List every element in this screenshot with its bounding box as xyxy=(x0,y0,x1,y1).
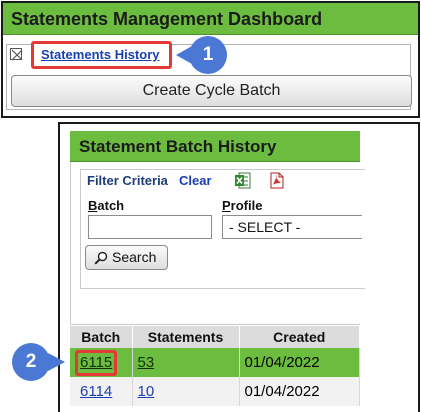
created-cell: 01/04/2022 xyxy=(239,377,360,406)
table-row[interactable]: 6115 53 01/04/2022 xyxy=(70,348,360,377)
batch-history-table: Batch Statements Created 6115 53 01/04/2… xyxy=(70,326,360,406)
statements-cell: 10 xyxy=(132,377,240,406)
dashboard-title: Statements Management Dashboard xyxy=(3,3,418,35)
excel-export-icon[interactable] xyxy=(234,172,251,189)
search-button[interactable]: Search xyxy=(85,245,168,270)
batch-cell: 6115 xyxy=(70,348,133,377)
batch-link[interactable]: 6115 xyxy=(75,349,118,376)
filter-criteria-legend: Filter Criteria xyxy=(85,173,170,188)
column-header-batch[interactable]: Batch xyxy=(70,326,133,348)
clear-filter-link[interactable]: Clear xyxy=(179,173,212,188)
batch-link[interactable]: 6114 xyxy=(75,383,112,400)
table-row[interactable]: 6114 10 01/04/2022 xyxy=(70,377,360,406)
created-cell: 01/04/2022 xyxy=(239,348,360,377)
collapse-toggle-icon[interactable] xyxy=(10,48,23,61)
statements-history-link[interactable]: Statements History xyxy=(31,41,172,69)
column-header-created[interactable]: Created xyxy=(239,326,360,348)
callout-marker-1: 1 xyxy=(189,36,227,74)
statements-link[interactable]: 53 xyxy=(138,354,155,371)
magnifier-icon xyxy=(94,251,108,265)
marker-2-pointer xyxy=(48,353,65,371)
batch-history-title: Statement Batch History xyxy=(70,131,360,162)
column-header-statements[interactable]: Statements xyxy=(132,326,240,348)
profile-select[interactable]: - SELECT - xyxy=(222,215,362,239)
statements-cell: 53 xyxy=(132,348,240,377)
pdf-export-icon[interactable] xyxy=(268,172,285,189)
batch-input[interactable] xyxy=(88,215,212,239)
statements-link[interactable]: 10 xyxy=(138,383,155,400)
batch-field-label: Batch xyxy=(88,198,125,213)
search-button-label: Search xyxy=(112,249,157,265)
create-cycle-batch-button[interactable]: Create Cycle Batch xyxy=(11,75,412,107)
callout-marker-2: 2 xyxy=(12,343,50,381)
batch-cell: 6114 xyxy=(70,377,133,406)
profile-field-label: Profile xyxy=(222,198,263,213)
